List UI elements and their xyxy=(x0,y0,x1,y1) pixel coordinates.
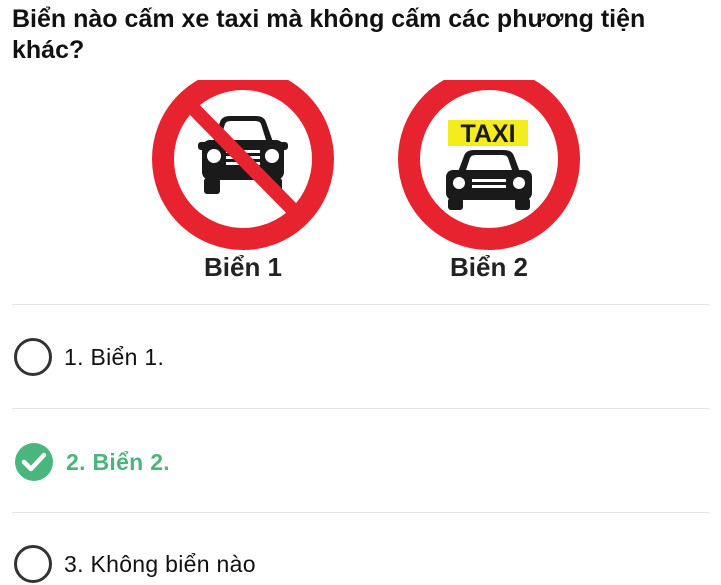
divider xyxy=(12,512,709,513)
option-2-label: 2. Biển 2. xyxy=(66,448,170,475)
taxi-badge: TAXI xyxy=(460,120,515,148)
no-taxi-sign-icon: TAXI xyxy=(398,80,580,250)
check-circle-icon[interactable] xyxy=(14,442,54,482)
sign-2-caption: Biển 2 xyxy=(449,252,529,282)
option-3-label: 3. Không biển nào xyxy=(64,550,256,577)
option-2[interactable]: 2. Biển 2. xyxy=(14,441,514,483)
divider xyxy=(12,408,709,409)
sign-2: TAXI Biển 2 xyxy=(384,80,594,290)
sign-1-caption: Biển 1 xyxy=(203,252,283,282)
no-car-sign-icon xyxy=(152,80,334,250)
sign-images: Biển 1 TAXI Biển 2 xyxy=(0,80,721,290)
question-text: Biển nào cấm xe taxi mà không cấm các ph… xyxy=(12,5,646,64)
divider xyxy=(12,304,709,305)
radio-empty-icon[interactable] xyxy=(14,338,52,376)
radio-empty-icon[interactable] xyxy=(14,545,52,583)
option-1[interactable]: 1. Biển 1. xyxy=(14,336,514,378)
option-1-label: 1. Biển 1. xyxy=(64,343,165,370)
sign-1: Biển 1 xyxy=(138,80,348,290)
option-3[interactable]: 3. Không biển nào xyxy=(14,543,514,585)
